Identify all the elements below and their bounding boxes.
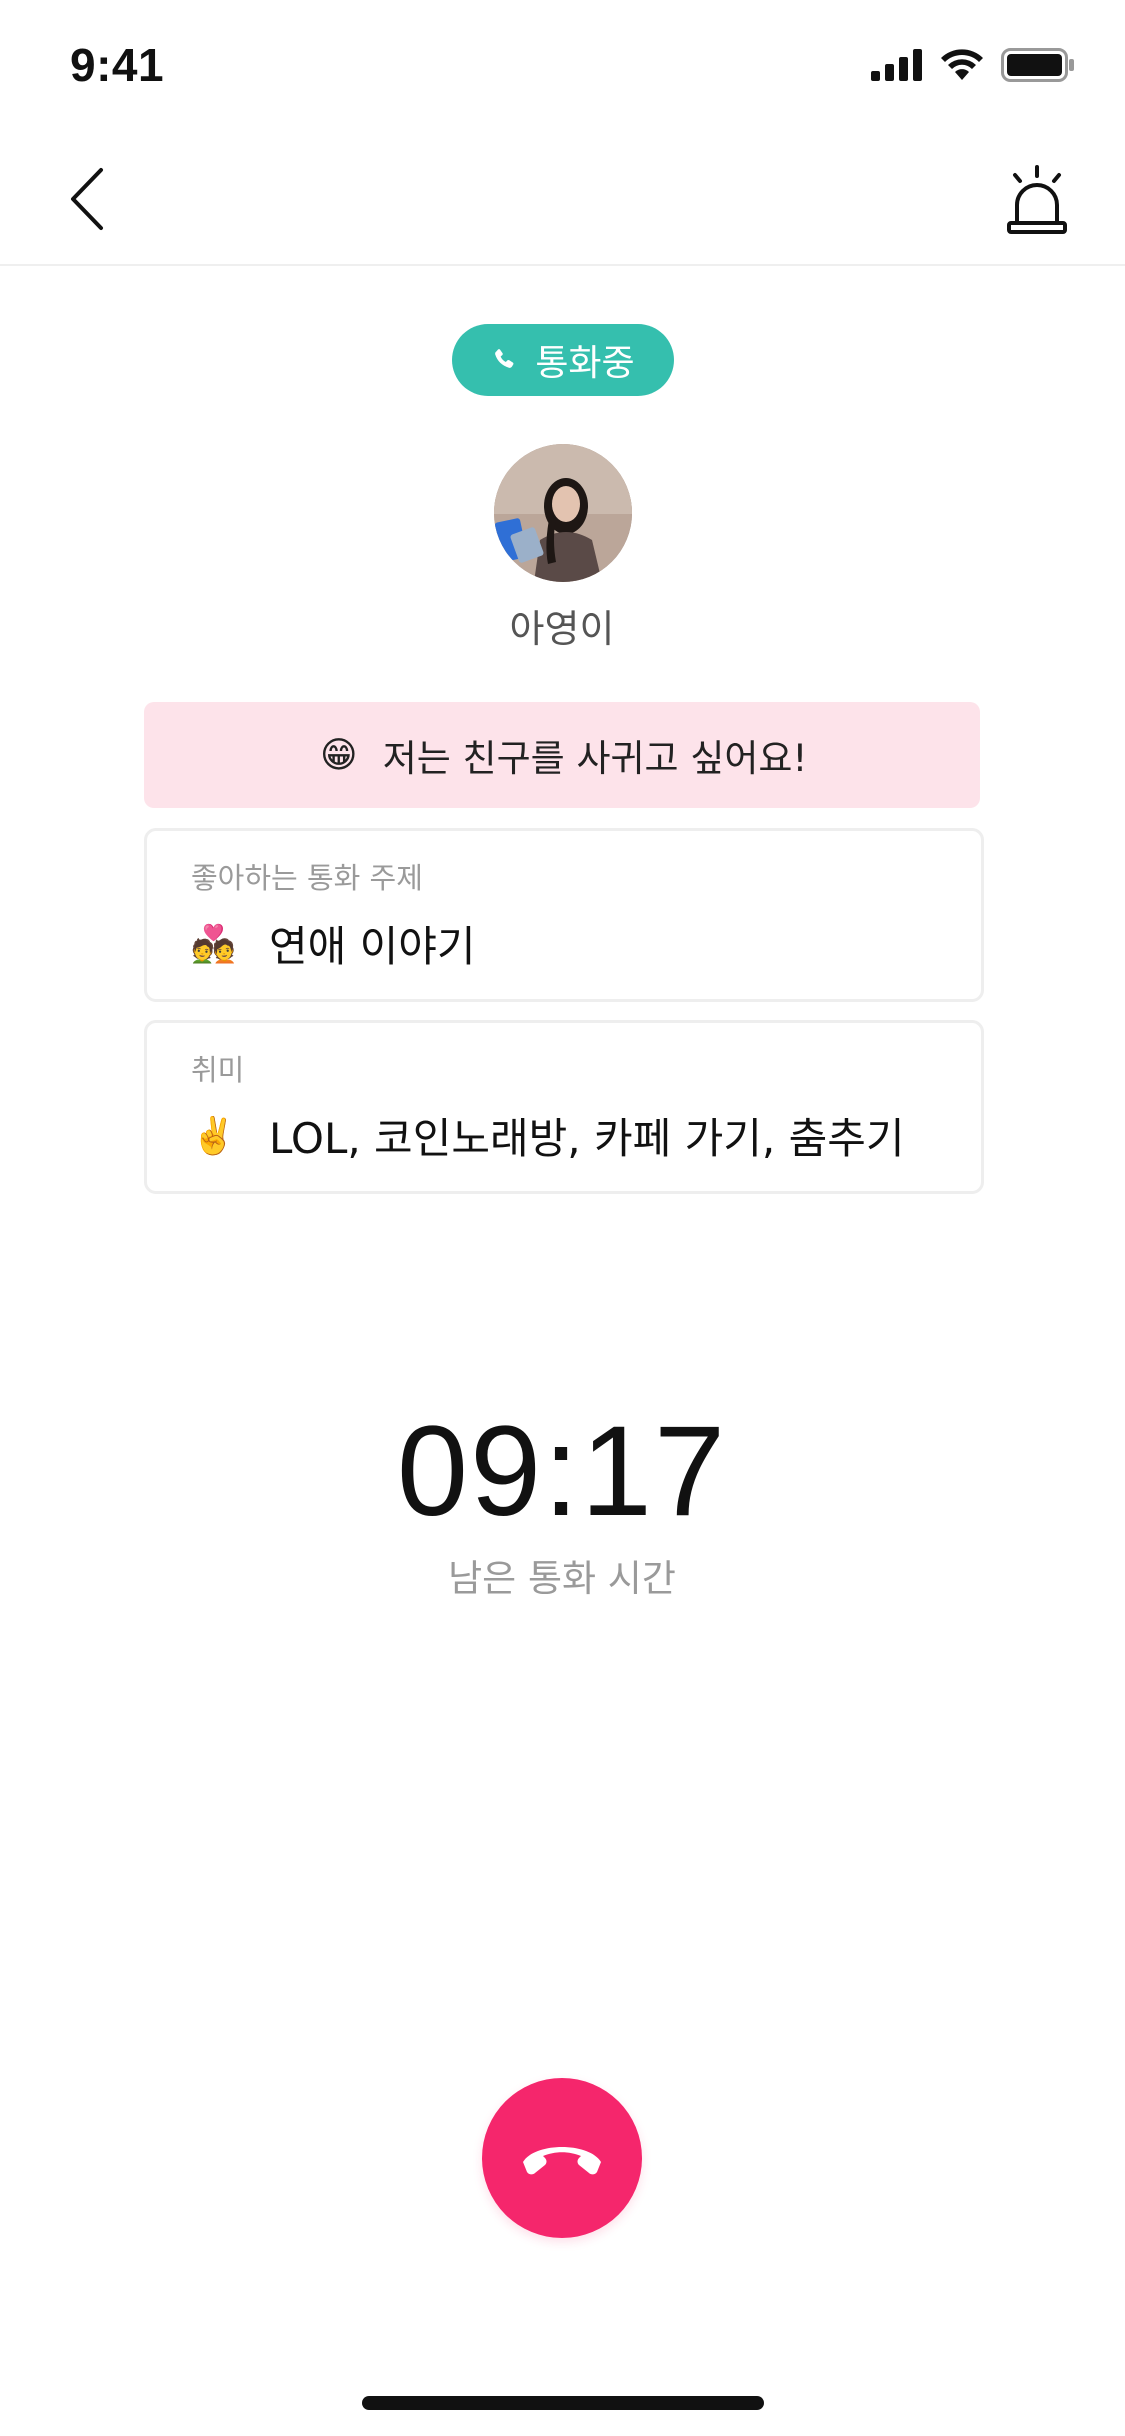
victory-hand-icon: ✌️ xyxy=(191,1115,236,1157)
status-time: 9:41 xyxy=(70,39,165,91)
hang-up-icon xyxy=(523,2147,601,2175)
home-indicator[interactable] xyxy=(362,2396,764,2410)
call-timer-label: 남은 통화 시간 xyxy=(448,1557,676,1600)
wifi-icon xyxy=(941,49,983,80)
report-button[interactable] xyxy=(997,160,1077,240)
avatar[interactable] xyxy=(494,444,632,582)
intro-banner: 😁 저는 친구를 사귀고 싶어요! xyxy=(144,702,980,808)
user-name: 아영이 xyxy=(509,607,615,651)
hobby-card: 취미 ✌️ LOL, 코인노래방, 카페 가기, 춤추기 xyxy=(144,1020,984,1194)
call-status-badge: 통화중 xyxy=(452,324,674,396)
call-status-label: 통화중 xyxy=(535,343,635,384)
hobby-value: LOL, 코인노래방, 카페 가기, 춤추기 xyxy=(269,1114,905,1163)
phone-icon xyxy=(495,349,514,368)
battery-icon xyxy=(1001,48,1074,82)
back-button[interactable] xyxy=(52,164,122,234)
nav-bar xyxy=(0,132,1125,266)
favorite-topic-value-row: 💑 연애 이야기 xyxy=(191,913,476,974)
siren-icon xyxy=(1007,165,1067,234)
profile-photo xyxy=(494,444,632,582)
couple-heart-icon: 💑 xyxy=(191,923,236,965)
end-call-button[interactable] xyxy=(482,2078,642,2238)
status-icons xyxy=(871,48,1075,82)
intro-text: 저는 친구를 사귀고 싶어요! xyxy=(382,737,808,780)
cellular-signal-icon xyxy=(871,49,922,81)
chevron-left-icon xyxy=(71,168,103,230)
hobby-label: 취미 xyxy=(191,1053,245,1087)
grinning-face-icon: 😁 xyxy=(319,734,358,776)
call-timer: 09:17 xyxy=(396,1400,728,1543)
hobby-value-row: ✌️ LOL, 코인노래방, 카페 가기, 춤추기 xyxy=(191,1105,905,1166)
favorite-topic-value: 연애 이야기 xyxy=(269,922,476,971)
favorite-topic-label: 좋아하는 통화 주제 xyxy=(191,861,423,895)
favorite-topic-card: 좋아하는 통화 주제 💑 연애 이야기 xyxy=(144,828,984,1002)
